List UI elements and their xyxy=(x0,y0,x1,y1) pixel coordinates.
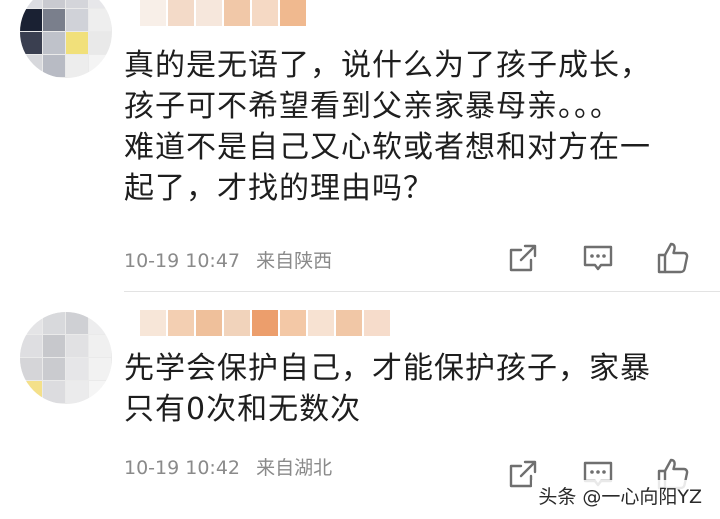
avatar[interactable] xyxy=(20,0,112,78)
username-pixel xyxy=(364,310,390,336)
avatar-pixel xyxy=(89,358,111,380)
username-pixel xyxy=(252,310,278,336)
avatar-pixel xyxy=(20,335,42,357)
avatar-pixel xyxy=(20,381,42,403)
username-pixel xyxy=(252,0,278,26)
username-pixel xyxy=(224,0,250,26)
username-pixel xyxy=(336,310,362,336)
avatar-pixel xyxy=(89,32,111,54)
comment-item: 真的是无语了，说什么为了孩子成长， 孩子可不希望看到父亲家暴母亲。。。 难道不是… xyxy=(0,0,720,292)
avatar-pixel xyxy=(66,32,88,54)
comment-text: 真的是无语了，说什么为了孩子成长， 孩子可不希望看到父亲家暴母亲。。。 难道不是… xyxy=(124,48,651,206)
comment-text: 先学会保护自己，才能保护孩子，家暴 只有0次和无数次 xyxy=(124,351,651,427)
avatar-pixel xyxy=(20,32,42,54)
avatar-pixel xyxy=(66,312,88,334)
username-pixel xyxy=(140,310,166,336)
username-pixel xyxy=(168,0,194,26)
avatar-pixel xyxy=(43,0,65,8)
avatar[interactable] xyxy=(20,312,112,404)
share-button[interactable] xyxy=(505,240,541,276)
avatar-pixel xyxy=(43,358,65,380)
avatar-pixel xyxy=(43,335,65,357)
avatar-pixel xyxy=(89,0,111,8)
share-icon xyxy=(509,244,537,272)
avatar-pixel xyxy=(20,0,42,8)
comment-meta: 10-19 10:42 来自湖北 xyxy=(124,453,332,480)
avatar-pixel xyxy=(66,335,88,357)
username-pixel xyxy=(308,310,334,336)
avatar-pixel xyxy=(20,9,42,31)
comment-location: 来自陕西 xyxy=(256,250,333,272)
comment-icon xyxy=(583,245,613,271)
like-button[interactable] xyxy=(655,240,691,276)
avatar-pixel xyxy=(20,55,42,77)
thumbs-up-icon xyxy=(657,242,689,274)
avatar-pixel xyxy=(43,9,65,31)
username-pixel xyxy=(140,0,166,26)
avatar-pixel xyxy=(66,55,88,77)
username-pixel xyxy=(280,310,306,336)
comment-time: 10-19 10:42 xyxy=(124,457,241,479)
avatar-pixel xyxy=(20,358,42,380)
username-pixel xyxy=(224,310,250,336)
avatar-pixel xyxy=(89,312,111,334)
reply-button[interactable] xyxy=(580,240,616,276)
avatar-pixel xyxy=(66,358,88,380)
avatar-pixel xyxy=(20,312,42,334)
username-pixel xyxy=(280,0,306,26)
avatar-pixel xyxy=(89,381,111,403)
username-pixel xyxy=(196,0,222,26)
watermark: 头条 @一心向阳YZ xyxy=(532,480,708,511)
avatar-pixel xyxy=(43,32,65,54)
avatar-pixel xyxy=(43,55,65,77)
comment-time: 10-19 10:47 xyxy=(124,250,241,272)
avatar-pixel xyxy=(89,9,111,31)
avatar-pixel xyxy=(66,9,88,31)
avatar-pixel xyxy=(89,335,111,357)
comment-location: 来自湖北 xyxy=(256,457,333,479)
comment-meta: 10-19 10:47 来自陕西 xyxy=(124,246,332,273)
username-pixel xyxy=(168,310,194,336)
avatar-pixel xyxy=(43,312,65,334)
avatar-pixel xyxy=(66,0,88,8)
avatar-pixel xyxy=(89,55,111,77)
avatar-pixel xyxy=(43,381,65,403)
avatar-pixel xyxy=(66,381,88,403)
username-pixel xyxy=(196,310,222,336)
